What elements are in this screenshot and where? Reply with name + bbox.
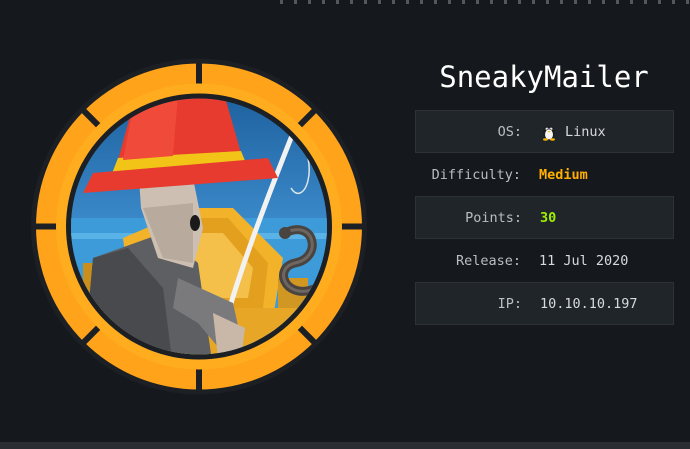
points-value: 30 [540,209,557,226]
info-row-points: Points: 30 [415,196,674,239]
tux-penguin-icon [543,125,555,141]
machine-info-table: OS: Linux Difficulty: Medium Points: 30 … [415,110,674,325]
info-row-release: Release: 11 Jul 2020 [415,239,674,282]
points-label: Points: [465,209,522,226]
info-row-os: OS: Linux [415,110,674,153]
ip-label: IP: [497,295,522,312]
os-value: Linux [532,123,673,141]
info-row-ip: IP: 10.10.10.197 [415,282,674,325]
machine-name: SneakyMailer [439,60,649,94]
bottom-bar [0,442,690,449]
info-row-difficulty: Difficulty: Medium [415,153,674,196]
machine-card: SneakyMailer OS: Linux Difficulty: Mediu… [0,0,690,449]
difficulty-value: Medium [539,166,588,183]
release-label: Release: [455,252,521,269]
top-strip-pattern [280,0,690,4]
ip-value: 10.10.10.197 [540,295,638,312]
os-value-text: Linux [565,123,606,140]
os-label: OS: [497,123,522,140]
release-value: 11 Jul 2020 [539,252,629,269]
machine-avatar [31,58,367,395]
difficulty-label: Difficulty: [431,166,521,183]
top-strip [0,0,690,6]
